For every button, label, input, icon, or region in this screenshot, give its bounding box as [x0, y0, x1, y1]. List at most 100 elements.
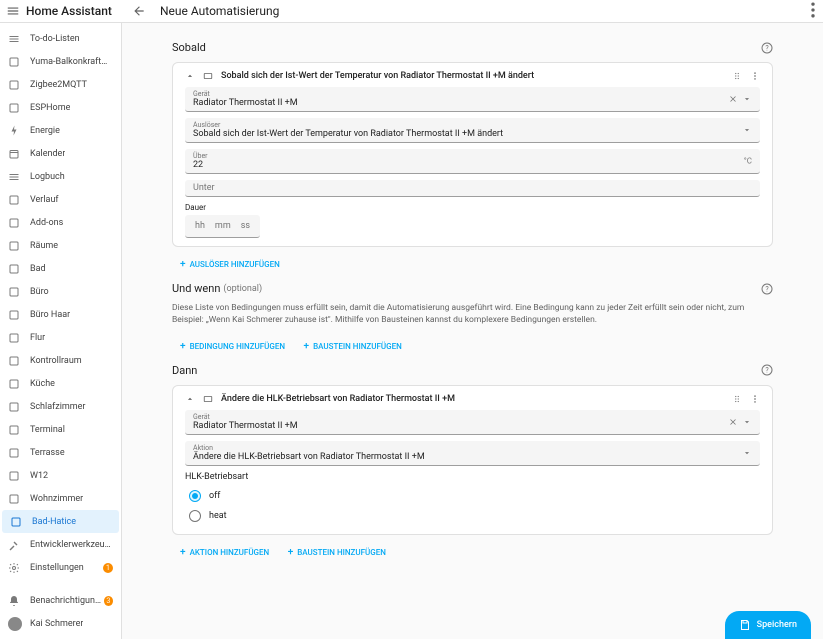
add-trigger-button[interactable]: +Auslöser hinzufügen [172, 253, 288, 276]
hh[interactable]: hh [195, 221, 205, 231]
help-icon[interactable] [761, 283, 773, 295]
drag-icon[interactable] [732, 394, 742, 404]
below-field[interactable]: Unter [185, 180, 760, 197]
mm[interactable]: mm [215, 221, 231, 231]
field-value: Radiator Thermostat II +M [193, 98, 752, 108]
sidebar-item-flur[interactable]: Flur [0, 326, 121, 349]
optional-label: (optional) [223, 284, 262, 294]
action-card: Ändere die HLK-Betriebsart von Radiator … [172, 385, 773, 535]
square-icon [8, 102, 20, 114]
chart-icon [8, 194, 20, 206]
radio-heat[interactable]: heat [185, 506, 760, 526]
field-label: Gerät [193, 90, 752, 98]
bolt-icon [8, 125, 20, 137]
nav-label: Flur [30, 333, 45, 343]
topbar: Home Assistant Neue Automatisierung [0, 0, 823, 23]
sidebar-item-entwicklerwerkzeuge[interactable]: Entwicklerwerkzeuge [0, 533, 121, 556]
dropdown-icon[interactable] [742, 125, 752, 135]
app-title: Home Assistant [26, 4, 112, 18]
clear-icon[interactable] [728, 417, 738, 427]
sidebar-item-kalender[interactable]: Kalender [0, 142, 121, 165]
puzzle-icon [8, 217, 20, 229]
drag-icon[interactable] [732, 71, 742, 81]
dropdown-icon[interactable] [742, 94, 752, 104]
dropdown-icon[interactable] [742, 417, 752, 427]
condition-description: Diese Liste von Bedingungen muss erfüllt… [172, 303, 773, 327]
nav-label: Kalender [30, 149, 65, 159]
nav-label: Yuma-Balkonkraftwerk [30, 57, 113, 67]
radio-off[interactable]: off [185, 486, 760, 506]
clear-icon[interactable] [728, 94, 738, 104]
topbar-left: Home Assistant [0, 4, 122, 18]
sidebar-item-einstellungen[interactable]: Einstellungen 1 [0, 556, 121, 579]
trigger-field[interactable]: Auslöser Sobald sich der Ist-Wert der Te… [185, 118, 760, 143]
save-button[interactable]: Speichern [725, 611, 811, 639]
sidebar-item-w12[interactable]: W12 [0, 464, 121, 487]
square-icon [8, 263, 20, 275]
sidebar-item-wohnzimmer[interactable]: Wohnzimmer [0, 487, 121, 510]
sidebar-item-schlafzimmer[interactable]: Schlafzimmer [0, 395, 121, 418]
device-field[interactable]: Gerät Radiator Thermostat II +M [185, 87, 760, 112]
nav-label: Terrasse [30, 448, 65, 458]
collapse-icon[interactable] [185, 394, 195, 404]
list2-icon [8, 171, 20, 183]
collapse-icon[interactable] [185, 71, 195, 81]
sidebar-item-küche[interactable]: Küche [0, 372, 121, 395]
sidebar-item-bad-hatice[interactable]: Bad-Hatice [2, 510, 119, 533]
sidebar-item-add-ons[interactable]: Add-ons [0, 211, 121, 234]
sidebar-item-kontrollraum[interactable]: Kontrollraum [0, 349, 121, 372]
device-icon [203, 394, 213, 404]
add-action-button[interactable]: +Aktion hinzufügen [172, 541, 277, 564]
add-block-button[interactable]: +Baustein hinzufügen [296, 335, 410, 358]
overflow-icon[interactable] [750, 394, 760, 404]
sidebar-item-bad[interactable]: Bad [0, 257, 121, 280]
square-icon [8, 401, 20, 413]
plus-icon: + [304, 341, 310, 352]
dropdown-icon[interactable] [742, 448, 752, 458]
square-icon [8, 470, 20, 482]
duration-field[interactable]: hh mm ss [185, 215, 260, 238]
sidebar-item-benachrichtigungen[interactable]: Benachrichtigungen3 [0, 589, 121, 612]
sidebar-item-büro-haar[interactable]: Büro Haar [0, 303, 121, 326]
nav-label: Verlauf [30, 195, 59, 205]
nav-label: Einstellungen [30, 563, 84, 573]
sidebar-item-verlauf[interactable]: Verlauf [0, 188, 121, 211]
add-condition-button[interactable]: +Bedingung hinzufügen [172, 335, 293, 358]
above-field[interactable]: Über 22 °C [185, 149, 760, 174]
sidebar-item-logbuch[interactable]: Logbuch [0, 165, 121, 188]
menu-icon[interactable] [6, 4, 20, 18]
sidebar-item-yuma-balkonkraftwerk[interactable]: Yuma-Balkonkraftwerk [0, 50, 121, 73]
duration-label: Dauer [185, 203, 760, 212]
trigger-section-title: Sobald [172, 41, 206, 54]
sidebar-item-zigbee2mqtt[interactable]: Zigbee2MQTT [0, 73, 121, 96]
plus-icon: + [180, 259, 186, 270]
sidebar-item-energie[interactable]: Energie [0, 119, 121, 142]
nav-label: W12 [30, 471, 48, 481]
sidebar-item-esphome[interactable]: ESPHome [0, 96, 121, 119]
nav-label: Add-ons [30, 218, 63, 228]
field-value: Ändere die HLK-Betriebsart von Radiator … [193, 452, 752, 462]
help-icon[interactable] [761, 42, 773, 54]
sidebar-item-terrasse[interactable]: Terrasse [0, 441, 121, 464]
plus-icon: + [288, 547, 294, 558]
help-icon[interactable] [761, 364, 773, 376]
mode-label: HLK-Betriebsart [185, 472, 760, 482]
action-field[interactable]: Aktion Ändere die HLK-Betriebsart von Ra… [185, 441, 760, 466]
nav-label: Entwicklerwerkzeuge [30, 540, 113, 550]
back-icon[interactable] [132, 4, 146, 18]
sidebar-item-räume[interactable]: Räume [0, 234, 121, 257]
square-icon [8, 355, 20, 367]
bell-icon [8, 595, 20, 607]
ss[interactable]: ss [241, 221, 250, 231]
badge: 1 [103, 563, 113, 573]
field-label: Über [193, 152, 752, 160]
sidebar-item-büro[interactable]: Büro [0, 280, 121, 303]
device-field[interactable]: Gerät Radiator Thermostat II +M [185, 410, 760, 435]
sidebar-item-to-do-listen[interactable]: To-do-Listen [0, 27, 121, 50]
overflow-icon[interactable] [750, 71, 760, 81]
avatar [8, 617, 22, 631]
sidebar-item-terminal[interactable]: Terminal [0, 418, 121, 441]
sidebar-item-kai-schmerer[interactable]: Kai Schmerer [0, 612, 121, 635]
square-icon [8, 424, 20, 436]
add-block-button[interactable]: +Baustein hinzufügen [280, 541, 394, 564]
